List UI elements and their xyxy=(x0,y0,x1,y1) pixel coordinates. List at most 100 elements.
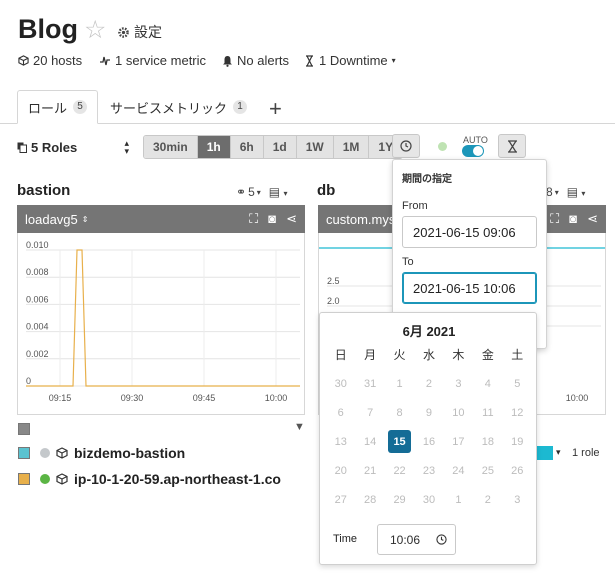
roles-select[interactable]: 5 Roles ▴ ▾ xyxy=(17,139,129,156)
share-icon[interactable]: ⋖ xyxy=(587,211,598,227)
calendar-day-label: 10 xyxy=(452,406,465,419)
x-tick-label: 09:30 xyxy=(121,393,144,403)
add-tab-button[interactable]: + xyxy=(269,96,282,122)
share-icon[interactable]: ⋖ xyxy=(286,211,297,227)
range-1d[interactable]: 1d xyxy=(263,136,297,158)
calendar-day[interactable]: 31 xyxy=(355,369,384,398)
db-legend-color[interactable] xyxy=(537,446,553,460)
tab-service-metrics[interactable]: サービスメトリック 1 xyxy=(100,90,257,124)
calendar-day-label: 4 xyxy=(484,377,491,390)
bastion-hosts-filter[interactable]: ⚭ 5 ▾ xyxy=(236,185,261,199)
calendar-day-label: 27 xyxy=(334,493,347,506)
tab-roles[interactable]: ロール 5 xyxy=(17,90,99,124)
calendar-day[interactable]: 12 xyxy=(503,398,532,427)
calendar-day-label: 14 xyxy=(364,435,377,448)
camera-icon[interactable]: ◙ xyxy=(268,211,276,227)
calendar-day[interactable]: 30 xyxy=(414,485,443,514)
range-1m[interactable]: 1M xyxy=(333,136,370,158)
calendar-day[interactable]: 1 xyxy=(385,369,414,398)
calendar-day[interactable]: 8 xyxy=(385,398,414,427)
service-metric-count[interactable]: 1 service metric xyxy=(99,53,206,68)
bastion-doc-menu[interactable]: ▤ ▾ xyxy=(269,185,288,199)
calendar-day[interactable]: 13 xyxy=(326,427,355,456)
calendar-day[interactable]: 26 xyxy=(503,456,532,485)
calendar-day[interactable]: 17 xyxy=(444,427,473,456)
y-tick-label: 0.010 xyxy=(26,240,49,250)
bastion-legend-toggle-all[interactable] xyxy=(18,423,30,435)
caret-down-icon[interactable]: ▾ xyxy=(556,447,561,458)
calendar-day[interactable]: 22 xyxy=(385,456,414,485)
settings-link[interactable]: 設定 xyxy=(117,22,162,42)
calendar-day[interactable]: 16 xyxy=(414,427,443,456)
calendar-day-label: 6 xyxy=(337,406,344,419)
range-1h[interactable]: 1h xyxy=(197,136,231,158)
calendar-day[interactable]: 6 xyxy=(326,398,355,427)
clock-icon xyxy=(436,534,447,545)
calendar-day[interactable]: 24 xyxy=(444,456,473,485)
camera-icon[interactable]: ◙ xyxy=(569,211,577,227)
calendar-month: 6月 2021 xyxy=(402,324,456,339)
calendar-day-label: 1 xyxy=(455,493,462,506)
calendar-day[interactable]: 5 xyxy=(503,369,532,398)
calendar-day[interactable]: 19 xyxy=(503,427,532,456)
expand-icon[interactable]: ⛶ xyxy=(249,211,258,227)
calendar-day[interactable]: 4 xyxy=(473,369,502,398)
calendar-day[interactable]: 15 xyxy=(385,427,414,456)
calendar-day[interactable]: 10 xyxy=(444,398,473,427)
hourglass-button[interactable] xyxy=(498,134,526,158)
legend-item-bastion-2[interactable]: ip-10-1-20-59.ap-northeast-1.co xyxy=(18,471,281,487)
star-icon[interactable]: ☆ xyxy=(84,18,106,43)
calendar-day[interactable]: 2 xyxy=(473,485,502,514)
legend-host-name[interactable]: ip-10-1-20-59.ap-northeast-1.co xyxy=(74,471,281,487)
to-input[interactable]: 2021-06-15 10:06 xyxy=(402,272,537,304)
calendar-day[interactable]: 27 xyxy=(326,485,355,514)
legend-host-name[interactable]: bizdemo-bastion xyxy=(74,445,185,461)
roles-select-label: 5 Roles xyxy=(31,139,78,155)
calendar-day[interactable]: 21 xyxy=(355,456,384,485)
bastion-graph-title[interactable]: loadavg5 xyxy=(25,212,78,227)
metric-icon xyxy=(100,56,110,66)
calendar-day[interactable]: 28 xyxy=(355,485,384,514)
calendar-day[interactable]: 14 xyxy=(355,427,384,456)
calendar-day-label: 29 xyxy=(393,493,406,506)
range-1w[interactable]: 1W xyxy=(296,136,334,158)
calendar-day[interactable]: 25 xyxy=(473,456,502,485)
calendar-grid: 日 月 火 水 木 金 土 30 31 1 2 3 4 5 6 7 8 9 10 11 12 13 14 15 1… xyxy=(326,340,532,514)
bastion-legend-menu[interactable]: ▼ xyxy=(294,421,305,433)
calendar-day[interactable]: 3 xyxy=(444,369,473,398)
calendar-day[interactable]: 1 xyxy=(444,485,473,514)
calendar-day[interactable]: 3 xyxy=(503,485,532,514)
from-input[interactable]: 2021-06-15 09:06 xyxy=(402,216,537,248)
calendar-day[interactable]: 29 xyxy=(385,485,414,514)
calendar-day[interactable]: 11 xyxy=(473,398,502,427)
calendar-day[interactable]: 20 xyxy=(326,456,355,485)
legend-color-swatch xyxy=(18,447,30,459)
db-doc-menu[interactable]: ▤ ▾ xyxy=(567,185,586,199)
custom-period-button[interactable] xyxy=(392,134,420,158)
y-tick-label: 0.006 xyxy=(26,294,49,304)
calendar-day[interactable]: 2 xyxy=(414,369,443,398)
caret-down-icon: ▾ xyxy=(391,56,396,65)
calendar-day-label: 3 xyxy=(455,377,462,390)
series-line xyxy=(26,249,300,387)
calendar-day-label: 28 xyxy=(364,493,377,506)
calendar-day[interactable]: 9 xyxy=(414,398,443,427)
db-graph-title[interactable]: custom.mys xyxy=(326,212,395,227)
downtime-dropdown[interactable]: 1 Downtime ▾ xyxy=(304,53,396,68)
time-input[interactable]: 10:06 xyxy=(377,524,456,555)
alerts-status[interactable]: No alerts xyxy=(222,53,289,68)
legend-item-bastion-1[interactable]: bizdemo-bastion xyxy=(18,445,185,461)
range-6h[interactable]: 6h xyxy=(230,136,264,158)
cube-icon xyxy=(56,473,68,485)
expand-icon[interactable]: ⛶ xyxy=(550,211,559,227)
hosts-count[interactable]: 20 hosts xyxy=(18,53,82,68)
db-hosts-filter[interactable]: 8 ▾ xyxy=(546,185,559,199)
calendar-day[interactable]: 30 xyxy=(326,369,355,398)
calendar-day[interactable]: 23 xyxy=(414,456,443,485)
auto-refresh-toggle[interactable] xyxy=(462,145,484,157)
x-tick-label: 09:15 xyxy=(49,393,72,403)
calendar-day[interactable]: 18 xyxy=(473,427,502,456)
caret-down-icon: ▾ xyxy=(283,189,288,198)
calendar-day[interactable]: 7 xyxy=(355,398,384,427)
range-30min[interactable]: 30min xyxy=(144,136,198,158)
